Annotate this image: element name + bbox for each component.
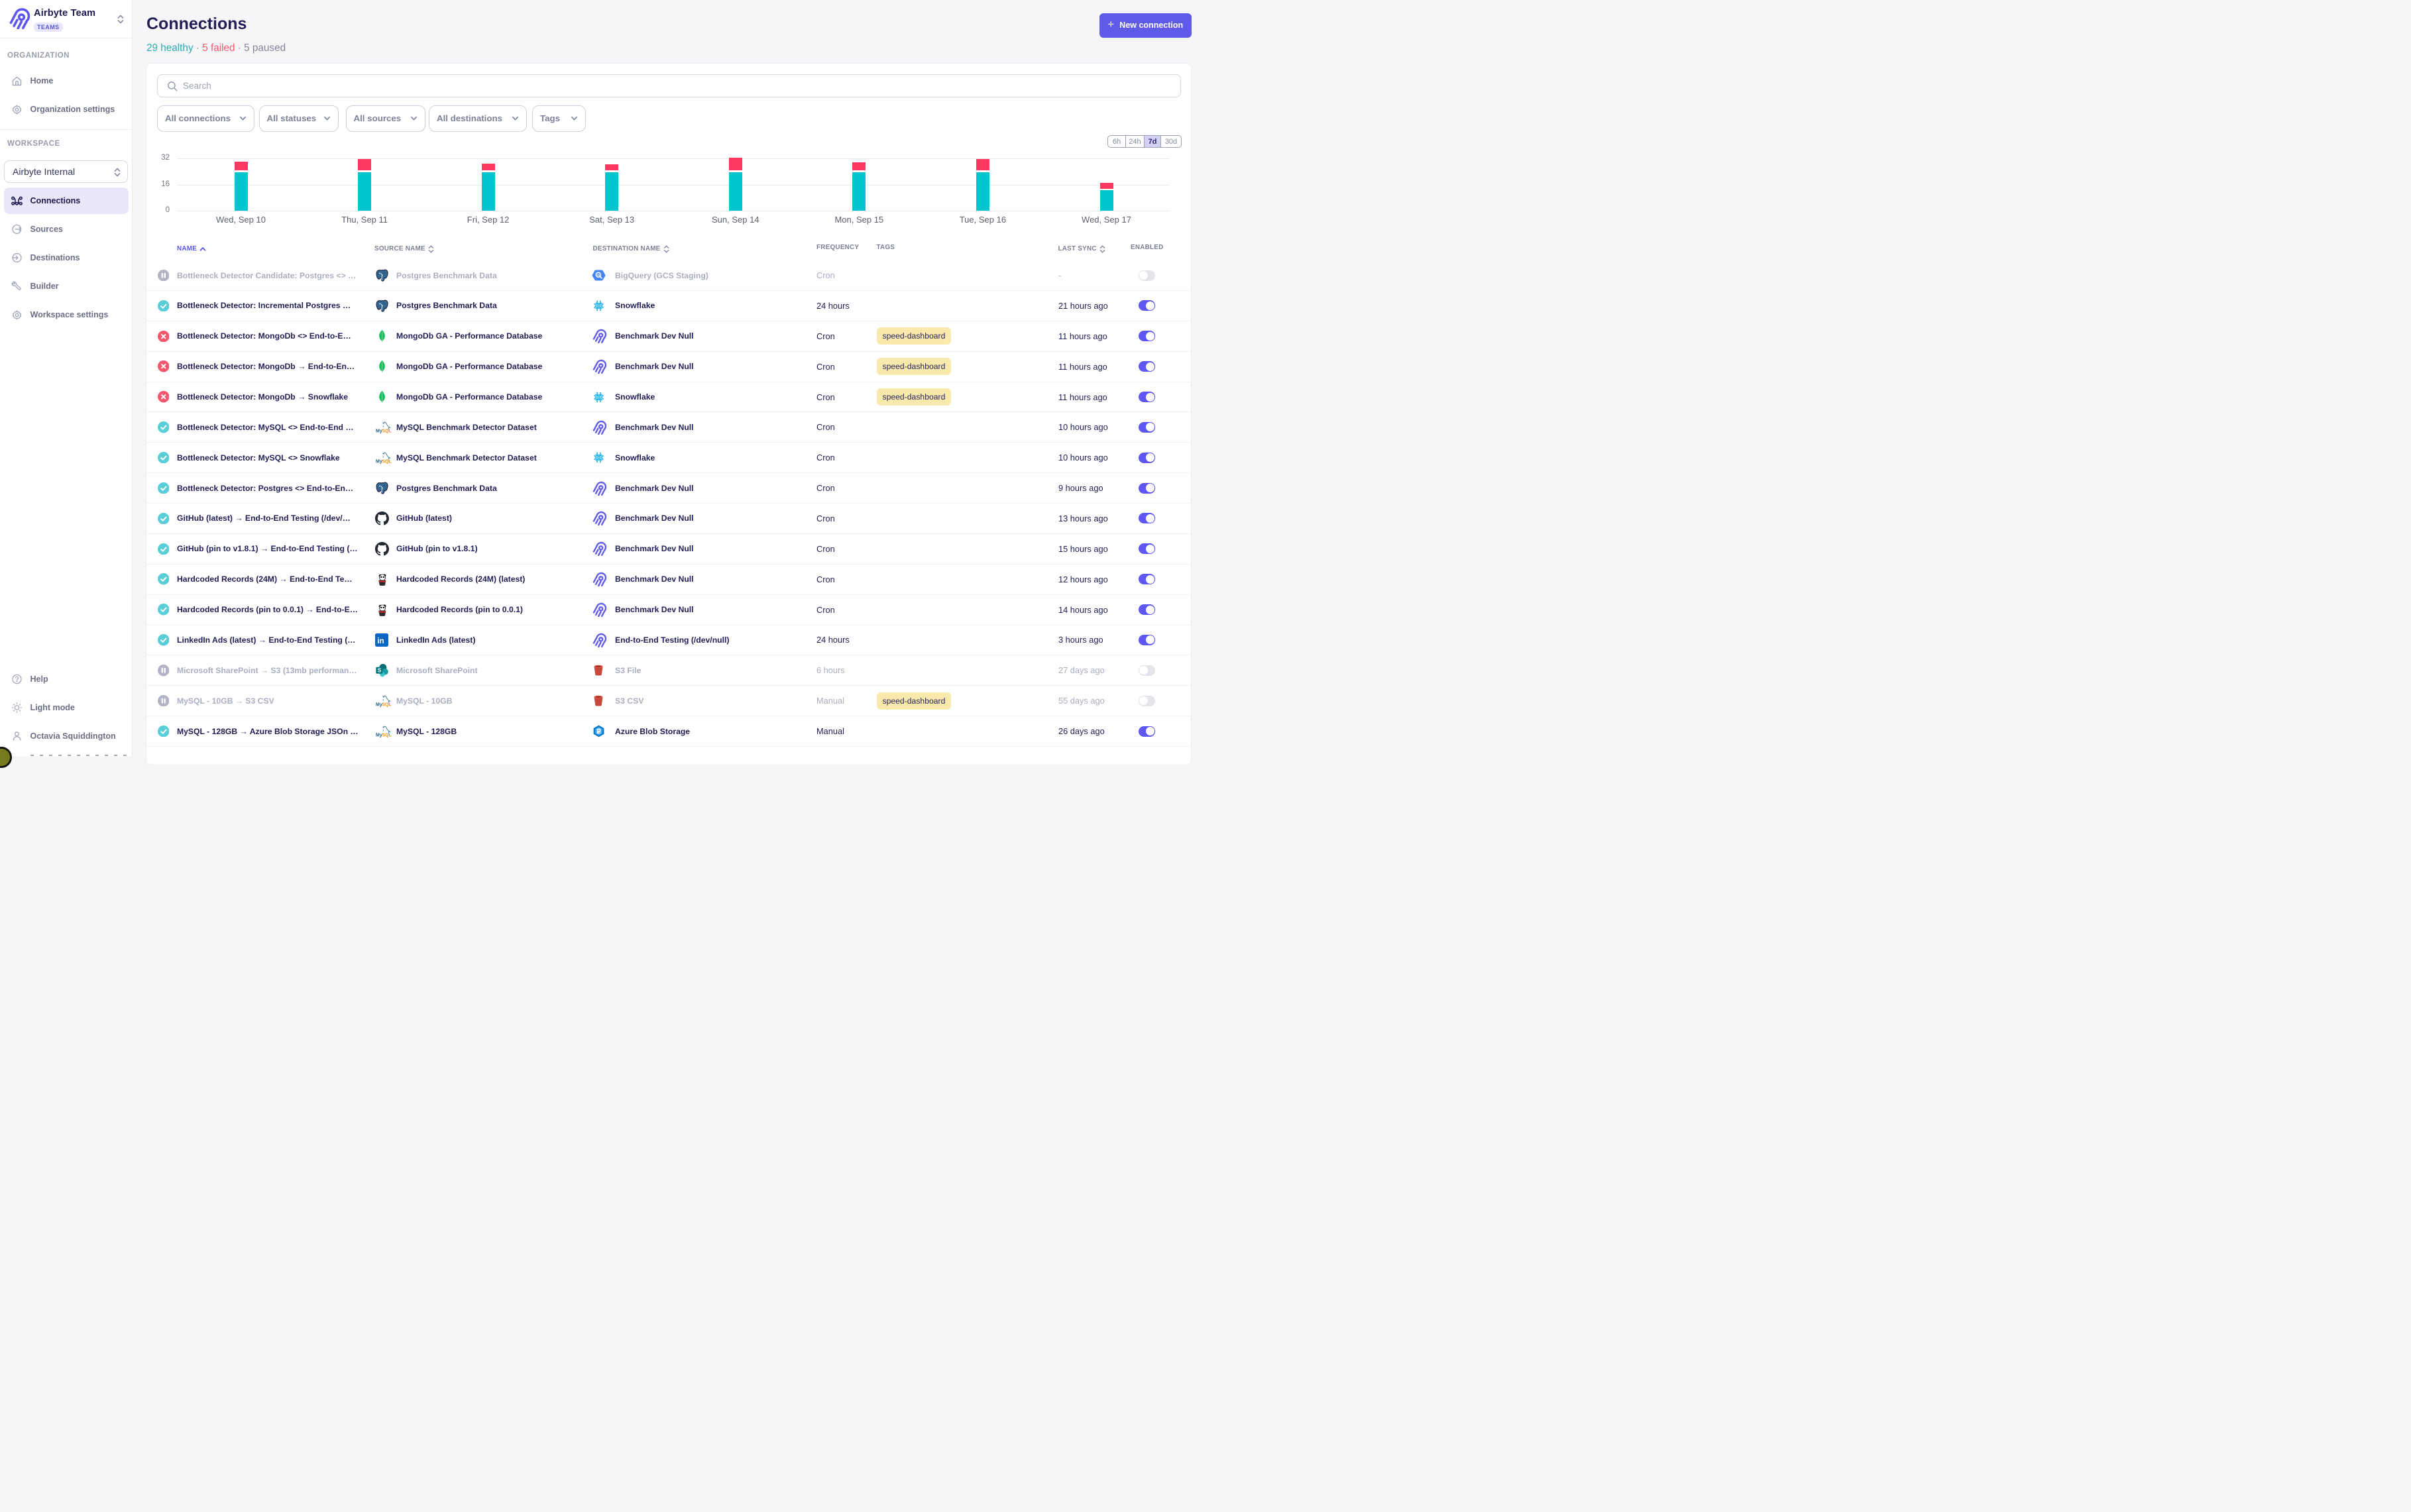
svg-text:SQL.: SQL.	[382, 702, 392, 707]
svg-text:SQL.: SQL.	[382, 429, 392, 433]
svg-text:My: My	[376, 702, 382, 707]
svg-text:My: My	[376, 733, 382, 737]
svg-text:01: 01	[598, 731, 601, 733]
svg-text:SQL.: SQL.	[382, 733, 392, 737]
svg-text:SQL.: SQL.	[382, 459, 392, 464]
svg-text:S: S	[378, 667, 382, 674]
svg-text:My: My	[376, 429, 382, 433]
svg-text:in: in	[377, 637, 384, 645]
svg-text:My: My	[376, 459, 382, 464]
